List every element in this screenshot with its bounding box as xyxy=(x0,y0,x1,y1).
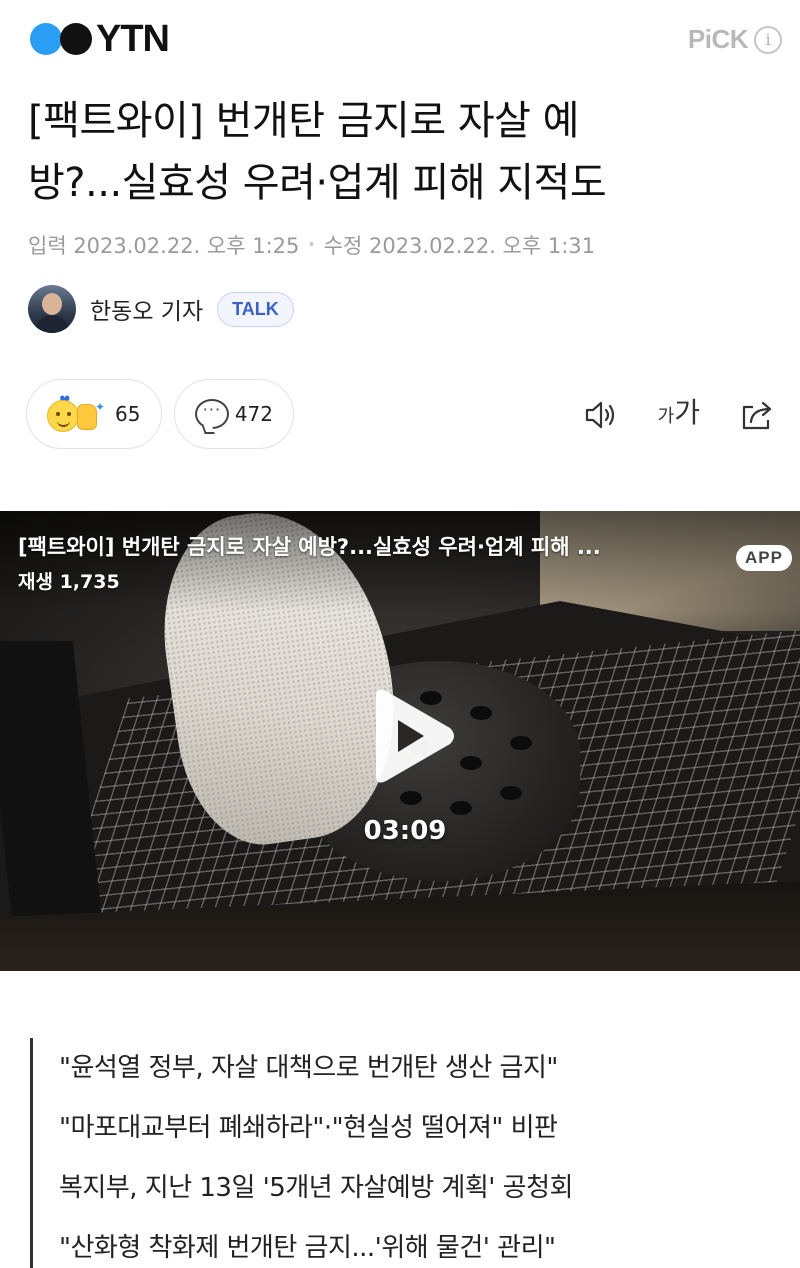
article-summary: "윤석열 정부, 자살 대책으로 번개탄 생산 금지" "마포대교부터 폐쇄하라… xyxy=(30,1038,770,1268)
article-dates: 입력 2023.02.22. 오후 1:25 • 수정 2023.02.22. … xyxy=(28,230,595,260)
comment-count: 472 xyxy=(234,402,273,426)
font-large-label: 가 xyxy=(674,396,700,429)
author-row: 한동오 기자 TALK xyxy=(28,285,294,333)
pick-label: PiCK xyxy=(687,24,749,54)
reaction-button[interactable]: ♥ ✦ 65 xyxy=(26,379,162,449)
author-name[interactable]: 한동오 기자 xyxy=(90,292,203,326)
reaction-emoji-icon: ♥ ✦ xyxy=(47,394,109,434)
summary-line: "산화형 착화제 번개탄 금지...'위해 물건' 관리" xyxy=(59,1233,556,1263)
article-title: [팩트와이] 번개탄 금지로 자살 예 방?...실효성 우려·업계 피해 지적… xyxy=(28,90,758,214)
author-avatar[interactable] xyxy=(28,285,76,333)
published-date: 입력 2023.02.22. 오후 1:25 xyxy=(28,234,300,258)
comment-button[interactable]: ··· 472 xyxy=(174,379,294,449)
summary-line: "마포대교부터 폐쇄하라"·"현실성 떨어져" 비판 xyxy=(59,1113,558,1143)
top-header: YTN PiCK i xyxy=(0,0,800,84)
video-player[interactable]: [팩트와이] 번개탄 금지로 자살 예방?...실효성 우려·업계 피해 ...… xyxy=(0,511,800,971)
article-title-line2: 방?...실효성 우려·업계 피해 지적도 xyxy=(28,160,607,206)
logo-text: YTN xyxy=(96,18,170,60)
ytn-logo[interactable]: YTN xyxy=(30,18,170,60)
date-separator: • xyxy=(307,237,316,253)
video-duration: 03:09 xyxy=(363,816,447,846)
video-title: [팩트와이] 번개탄 금지로 자살 예방?...실효성 우려·업계 피해 ... xyxy=(18,535,601,559)
logo-blue-dot xyxy=(30,23,62,55)
share-icon[interactable] xyxy=(738,396,776,434)
summary-line: "윤석열 정부, 자살 대책으로 번개탄 생산 금지" xyxy=(59,1053,558,1083)
article-tools: 가가 xyxy=(544,394,776,436)
speaker-icon[interactable] xyxy=(582,396,620,434)
video-view-count: 재생 1,735 xyxy=(18,571,120,593)
comment-bubble-icon: ··· xyxy=(195,399,229,429)
article-title-line1: [팩트와이] 번개탄 금지로 자살 예 xyxy=(28,98,579,144)
modified-date: 수정 2023.02.22. 오후 1:31 xyxy=(323,234,596,258)
summary-line: 복지부, 지난 13일 '5개년 자살예방 계획' 공청회 xyxy=(59,1173,573,1203)
info-icon[interactable]: i xyxy=(754,25,782,54)
logo-black-dot xyxy=(60,23,92,55)
talk-button[interactable]: TALK xyxy=(217,291,294,327)
font-size-button[interactable]: 가가 xyxy=(658,394,700,436)
pick-badge[interactable]: PiCK i xyxy=(688,24,782,55)
play-icon[interactable] xyxy=(362,686,462,786)
app-badge[interactable]: APP xyxy=(736,545,792,571)
reaction-count: 65 xyxy=(115,402,141,426)
font-small-label: 가 xyxy=(657,406,675,427)
